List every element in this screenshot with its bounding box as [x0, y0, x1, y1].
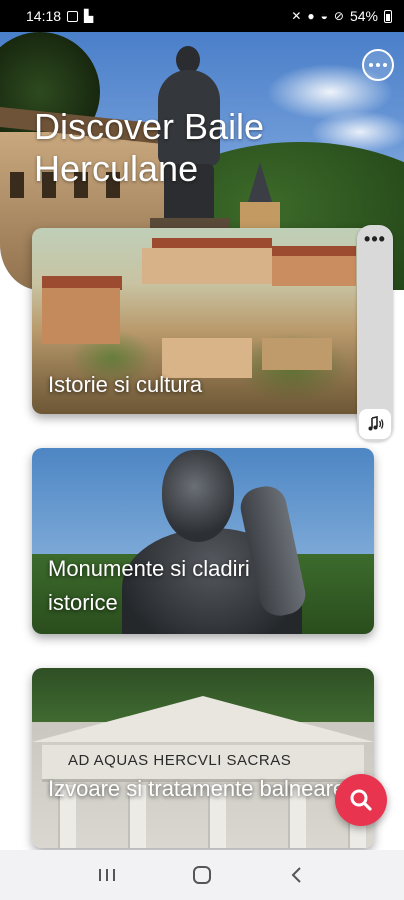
app-notification-icon: ▙: [84, 9, 94, 23]
mute-icon: ✕: [291, 9, 302, 23]
dnd-icon: ⊘: [333, 9, 344, 23]
more-horizontal-icon: [369, 63, 373, 67]
page-title: Discover Baile Herculane: [34, 106, 265, 189]
status-bar: 14:18 ▙ ✕ ● ◒ ⊘ 54%: [0, 0, 404, 32]
status-time: 14:18: [26, 8, 62, 24]
home-button[interactable]: [182, 855, 222, 895]
category-card-springs[interactable]: AD AQUAS HERCVLI SACRAS Izvoare si trata…: [32, 668, 374, 848]
audio-button[interactable]: [359, 409, 391, 439]
search-icon: [350, 789, 372, 811]
search-button[interactable]: [335, 774, 387, 826]
home-icon: [192, 866, 211, 884]
category-card-monuments[interactable]: Monumente si cladiri istorice: [32, 448, 374, 634]
back-button[interactable]: [277, 855, 317, 895]
back-chevron-icon: [291, 867, 301, 883]
category-card-history[interactable]: Istorie si cultura: [32, 228, 374, 414]
battery-icon: [384, 9, 392, 23]
location-icon: ●: [307, 9, 315, 23]
system-navigation-bar: [0, 850, 404, 900]
more-options-button[interactable]: [362, 49, 394, 81]
audio-widget[interactable]: •••: [357, 225, 393, 441]
card-title: Istorie si cultura: [48, 372, 203, 397]
recents-button[interactable]: [87, 855, 127, 895]
hercules-bust-image: [162, 450, 234, 542]
wifi-icon: ◒: [320, 9, 328, 23]
recents-icon: [99, 869, 116, 881]
monument-inscription: AD AQUAS HERCVLI SACRAS: [68, 752, 292, 769]
music-note-audio-icon: [368, 416, 384, 431]
card-title: Monumente si cladiri istorice: [48, 556, 250, 615]
more-horizontal-icon[interactable]: •••: [357, 230, 393, 248]
card-title: Izvoare si tratamente balneare: [48, 776, 346, 801]
notification-icon: [67, 10, 79, 22]
battery-percentage: 54%: [349, 8, 378, 24]
